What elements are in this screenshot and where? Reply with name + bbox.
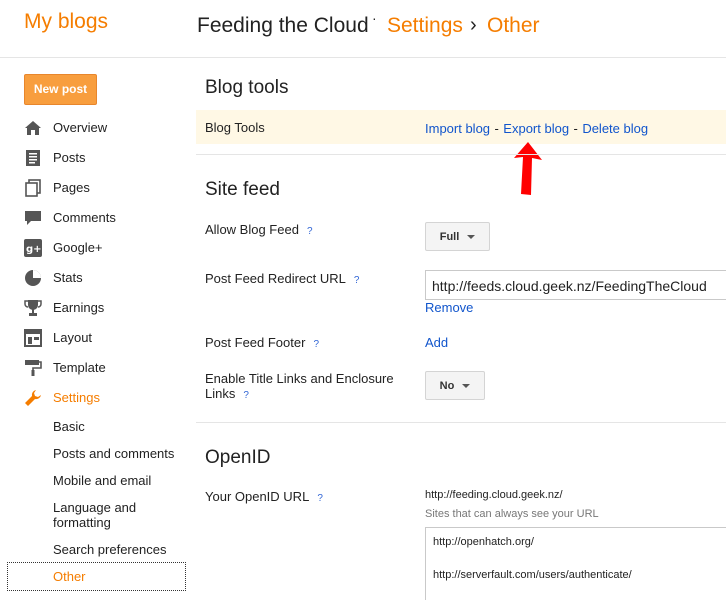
sidebar-item-pages[interactable]: Pages	[24, 177, 90, 199]
home-icon	[25, 121, 41, 135]
focus-outline	[7, 562, 186, 591]
sub-label-line2: formatting	[53, 515, 111, 530]
divider	[196, 154, 726, 155]
settings-sub-language-formatting[interactable]: Language and formatting	[53, 500, 136, 530]
sidebar-item-comments[interactable]: Comments	[24, 207, 116, 229]
link-separator: -	[494, 121, 499, 136]
sidebar-item-settings[interactable]: Settings	[24, 387, 100, 409]
blog-title: Feeding the Cloud	[197, 14, 369, 37]
label-text: Links	[205, 386, 236, 401]
help-icon[interactable]: ?	[354, 275, 360, 286]
settings-sub-other[interactable]: Other	[53, 569, 86, 584]
dropdown-value: No	[439, 379, 455, 392]
trophy-icon	[24, 300, 42, 316]
sidebar-item-label: Google+	[53, 240, 103, 255]
label-text: Post Feed Redirect URL	[205, 271, 346, 286]
sidebar-item-earnings[interactable]: Earnings	[24, 297, 104, 319]
enable-title-links-label: Enable Title Links and Enclosure Links?	[205, 371, 394, 403]
layout-icon	[24, 329, 42, 347]
breadcrumb-separator: ›	[470, 14, 477, 36]
sidebar-item-label: Stats	[53, 270, 83, 285]
allow-blog-feed-dropdown[interactable]: Full	[425, 222, 490, 251]
sidebar-item-label: Template	[53, 360, 106, 375]
settings-sub-mobile-email[interactable]: Mobile and email	[53, 473, 151, 488]
help-icon[interactable]: ?	[317, 493, 323, 504]
trusted-site-entry: http://serverfault.com/users/authenticat…	[433, 569, 632, 581]
post-feed-footer-label: Post Feed Footer?	[205, 335, 319, 350]
sidebar-item-label: Earnings	[53, 300, 105, 315]
comment-icon	[25, 211, 41, 225]
section-title-blog-tools: Blog tools	[205, 77, 289, 98]
trusted-site-entry: http://openhatch.org/	[433, 536, 534, 548]
pie-chart-icon	[25, 270, 41, 286]
sidebar-item-stats[interactable]: Stats	[24, 267, 83, 289]
section-title-site-feed: Site feed	[205, 179, 280, 200]
delete-blog-link[interactable]: Delete blog	[582, 121, 648, 136]
section-title-openid: OpenID	[205, 447, 271, 468]
label-text: Post Feed Footer	[205, 335, 306, 350]
trusted-sites-label: Sites that can always see your URL	[425, 508, 599, 520]
help-icon[interactable]: ?	[313, 339, 319, 350]
sidebar-item-google-plus[interactable]: g+ Google+	[24, 237, 103, 259]
sidebar-item-overview[interactable]: Overview	[24, 117, 107, 139]
new-post-button[interactable]: New post	[24, 74, 97, 105]
add-footer-link[interactable]: Add	[425, 335, 448, 350]
sidebar-item-label: Pages	[53, 180, 90, 195]
settings-sub-search-preferences[interactable]: Search preferences	[53, 542, 166, 557]
openid-url-value: http://feeding.cloud.geek.nz/	[425, 489, 563, 501]
sidebar-item-label: Settings	[53, 390, 100, 405]
blog-tools-label: Blog Tools	[205, 120, 265, 135]
svg-text:g+: g+	[26, 244, 42, 255]
trusted-sites-textarea[interactable]: http://openhatch.org/ http://serverfault…	[425, 527, 726, 600]
label-text: Allow Blog Feed	[205, 222, 299, 237]
label-text: Your OpenID URL	[205, 489, 310, 504]
post-feed-redirect-label: Post Feed Redirect URL?	[205, 271, 359, 286]
sub-label-line1: Language and	[53, 500, 137, 515]
sidebar-item-layout[interactable]: Layout	[24, 327, 92, 349]
dropdown-value: Full	[439, 230, 460, 243]
remove-redirect-link[interactable]: Remove	[425, 300, 473, 315]
sidebar-item-label: Layout	[53, 330, 93, 345]
pages-icon	[25, 179, 41, 197]
allow-blog-feed-label: Allow Blog Feed?	[205, 222, 313, 237]
red-arrow-annotation-icon	[514, 142, 542, 195]
divider	[196, 422, 726, 423]
header-dot: ·	[372, 10, 377, 26]
settings-sub-posts-comments[interactable]: Posts and comments	[53, 446, 174, 461]
help-icon[interactable]: ?	[243, 388, 249, 403]
breadcrumb-settings[interactable]: Settings	[387, 14, 463, 38]
chevron-down-icon	[467, 234, 476, 239]
export-blog-link[interactable]: Export blog	[503, 121, 569, 136]
blog-tools-links: Import blog - Export blog - Delete blog	[425, 120, 648, 138]
sidebar-item-posts[interactable]: Posts	[24, 147, 86, 169]
google-plus-icon: g+	[24, 239, 42, 257]
openid-url-label: Your OpenID URL?	[205, 489, 323, 504]
sidebar-item-label: Comments	[53, 210, 116, 225]
wrench-icon	[25, 390, 41, 406]
label-text: Enable Title Links and Enclosure	[205, 371, 394, 386]
paint-roller-icon	[25, 360, 42, 376]
posts-icon	[26, 150, 40, 166]
help-icon[interactable]: ?	[307, 226, 313, 237]
link-separator: -	[573, 121, 578, 136]
sidebar-item-label: Overview	[53, 120, 108, 135]
settings-sub-basic[interactable]: Basic	[53, 419, 85, 434]
breadcrumb-current[interactable]: Other	[487, 14, 540, 38]
import-blog-link[interactable]: Import blog	[425, 121, 490, 136]
chevron-down-icon	[462, 383, 471, 388]
my-blogs-link[interactable]: My blogs	[24, 10, 108, 34]
enable-title-links-dropdown[interactable]: No	[425, 371, 485, 400]
sidebar-item-template[interactable]: Template	[24, 357, 106, 379]
post-feed-redirect-input[interactable]: http://feeds.cloud.geek.nz/FeedingTheClo…	[425, 270, 726, 300]
sidebar-item-label: Posts	[53, 150, 86, 165]
